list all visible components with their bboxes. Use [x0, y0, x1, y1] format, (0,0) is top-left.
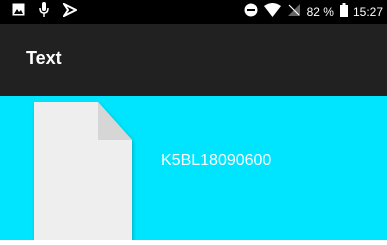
- clock: 15:27: [352, 5, 383, 19]
- wifi-icon: [263, 2, 281, 22]
- do-not-disturb-icon: [244, 3, 258, 22]
- battery-percent: 82 %: [306, 5, 334, 19]
- app-toolbar: Text: [0, 24, 387, 96]
- image-icon: [12, 3, 25, 21]
- cast-icon: [61, 0, 79, 22]
- status-bar: 82 % 15:27: [0, 0, 387, 24]
- microphone-icon: [39, 2, 49, 22]
- status-bar-right: 82 % 15:27: [238, 2, 383, 22]
- toolbar-title: Text: [26, 48, 62, 68]
- file-name: K5BL18090600: [161, 152, 272, 169]
- content-area: K5BL18090600: [0, 96, 387, 240]
- no-signal-icon: [287, 3, 301, 22]
- document-icon: [30, 100, 136, 245]
- battery-icon: [339, 2, 348, 22]
- status-bar-left: [12, 0, 79, 22]
